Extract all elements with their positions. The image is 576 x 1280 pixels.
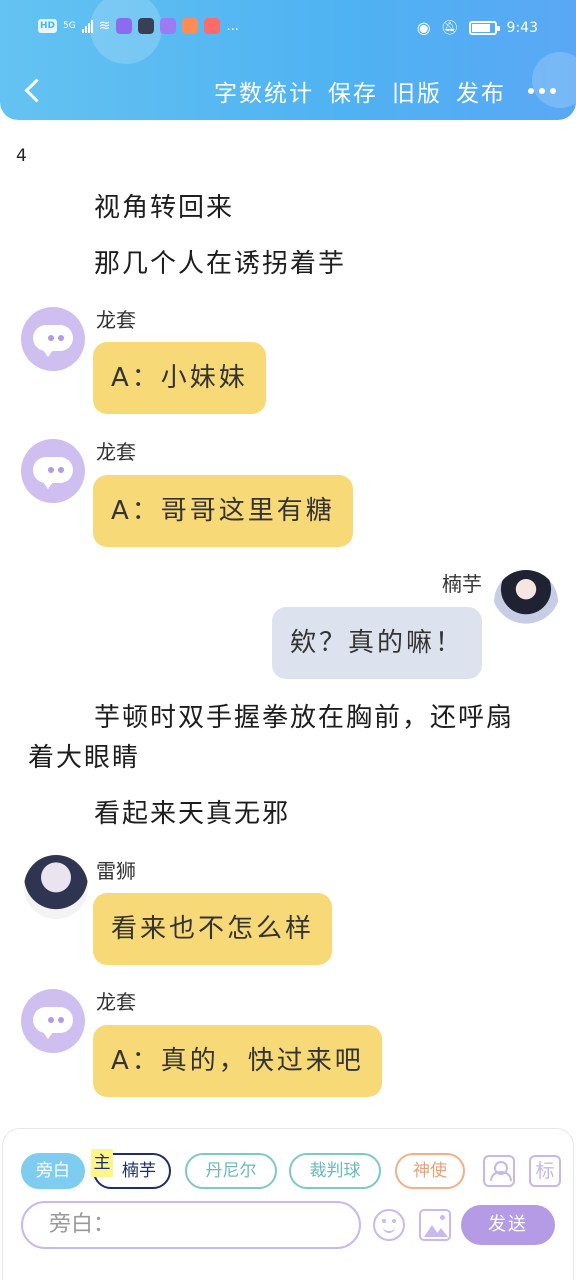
eye-icon: ◉ [416,18,431,37]
narration-line[interactable]: 视角转回来 [94,184,234,232]
status-bar: HD 5G ≋ ... ◉ 🔕︎ 9:43 [0,14,576,42]
page-number: 4 [16,146,27,166]
role-chip[interactable]: 丹尼尔 [185,1153,277,1189]
speaker-avatar[interactable] [21,989,85,1053]
battery-icon [468,20,500,35]
role-chip[interactable]: 神使 [395,1153,465,1189]
character-manage-icon[interactable] [483,1155,515,1187]
message-bubble[interactable]: 看来也不怎么样 [93,893,333,965]
mute-bell-icon: 🔕︎ [440,19,459,36]
wifi-icon: ≋ [98,18,111,34]
nav-bar: 字数统计 保存 旧版 发布 [0,64,576,118]
more-notifications-icon: ... [226,18,239,34]
mark-button[interactable]: 标 [529,1155,561,1187]
speaker-name: 龙套 [96,440,136,464]
reader-app-icon [204,18,221,34]
speaker-name: 龙套 [96,990,136,1014]
speaker-avatar[interactable] [24,855,88,919]
role-chip-narration[interactable]: 旁白 [21,1153,85,1189]
video-app-icon [182,18,199,34]
more-options-button[interactable] [524,80,560,102]
message-bubble[interactable]: A：哥哥这里有糖 [93,475,353,547]
image-icon[interactable] [419,1209,451,1241]
message-bubble[interactable]: 欸？真的嘛！ [271,607,482,679]
narration-line[interactable]: 芋顿时双手握拳放在胸前，还呼扇 [94,694,514,742]
role-chip-main[interactable]: 主 楠芋 [91,1149,171,1189]
save-button[interactable]: 保存 [328,74,378,108]
speaker-avatar[interactable] [21,307,85,371]
speaker-avatar[interactable] [494,570,558,634]
music-app-icon [116,18,133,34]
compose-toolbar: 旁白 主 楠芋 丹尼尔 裁判球 神使 标 旁白： 发送 [2,1128,574,1280]
send-button[interactable]: 发送 [461,1205,555,1245]
hd-indicator: HD [38,19,58,33]
speaker-name: 雷狮 [96,859,136,883]
app-icon [160,18,177,34]
narration-line[interactable]: 着大眼睛 [28,734,140,782]
old-version-button[interactable]: 旧版 [392,74,442,108]
role-chip[interactable]: 裁判球 [289,1153,381,1189]
word-count-button[interactable]: 字数统计 [214,74,314,108]
network-type: 5G [63,21,76,31]
role-chip-label: 楠芋 [122,1161,156,1181]
clock-time: 9:43 [506,19,538,36]
message-input[interactable]: 旁白： [21,1201,361,1249]
back-button[interactable] [16,70,52,110]
speaker-name: 楠芋 [442,572,482,596]
main-role-tag: 主 [91,1149,113,1177]
emoji-icon[interactable] [373,1209,405,1241]
publish-button[interactable]: 发布 [456,74,506,108]
app-header: HD 5G ≋ ... ◉ 🔕︎ 9:43 字数统计 保存 旧版 发布 [0,0,576,120]
speaker-avatar[interactable] [21,439,85,503]
narration-line[interactable]: 看起来天真无邪 [94,790,290,838]
speaker-name: 龙套 [96,308,136,332]
message-bubble[interactable]: A：真的，快过来吧 [93,1025,382,1097]
signal-icon [81,19,93,33]
message-bubble[interactable]: A：小妹妹 [93,342,266,414]
narration-line[interactable]: 那几个人在诱拐着芋 [94,240,346,288]
app-icon [138,18,155,34]
